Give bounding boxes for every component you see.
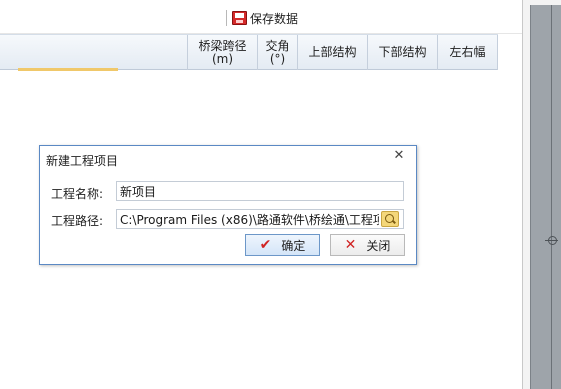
toolbar-separator — [226, 10, 227, 26]
column-header-angle-title: 交角 — [265, 38, 290, 53]
column-header-span[interactable]: 桥梁跨径 (m) — [188, 35, 258, 70]
grid-header-blank[interactable] — [0, 35, 188, 70]
save-icon — [232, 11, 247, 25]
ok-button[interactable]: ✔ 确定 — [245, 234, 320, 256]
column-header-left-right-label: 左右幅 — [449, 45, 486, 59]
project-name-label: 工程名称: — [51, 187, 104, 201]
column-header-left-right[interactable]: 左右幅 — [438, 35, 498, 70]
search-folder-icon[interactable] — [381, 211, 399, 227]
save-data-label: 保存数据 — [250, 11, 299, 26]
column-header-superstructure[interactable]: 上部结构 — [298, 35, 368, 70]
ruler-line — [551, 5, 552, 389]
ok-button-label: 确定 — [281, 238, 306, 253]
new-project-dialog: 新建工程项目 ✕ 工程名称: 工程路径: ✔ 确定 ✕ 关闭 — [39, 145, 417, 265]
project-path-label: 工程路径: — [51, 214, 104, 228]
dialog-title: 新建工程项目 — [46, 154, 119, 168]
save-data-button[interactable]: 保存数据 — [232, 9, 298, 27]
column-header-substructure[interactable]: 下部结构 — [368, 35, 438, 70]
toolbar: 保存数据 — [0, 0, 525, 34]
grid-header: 桥梁跨径 (m) 交角 (°) 上部结构 下部结构 左右幅 — [0, 34, 498, 71]
column-header-angle-unit: (°) — [269, 51, 286, 66]
column-header-substructure-label: 下部结构 — [378, 45, 427, 59]
drawing-ruler-panel — [530, 5, 561, 389]
crosshair-marker-icon[interactable] — [545, 236, 558, 245]
column-header-span-unit: (m) — [211, 51, 234, 66]
selected-column-indicator — [18, 68, 118, 71]
project-name-input[interactable] — [116, 181, 404, 201]
column-header-angle[interactable]: 交角 (°) — [258, 35, 298, 70]
x-icon: ✕ — [344, 237, 357, 253]
close-icon[interactable]: ✕ — [392, 149, 406, 163]
project-path-input[interactable] — [116, 209, 404, 229]
close-dialog-button[interactable]: ✕ 关闭 — [330, 234, 405, 256]
check-icon: ✔ — [259, 237, 272, 253]
close-dialog-label: 关闭 — [366, 238, 391, 253]
column-header-span-title: 桥梁跨径 — [198, 38, 247, 53]
column-header-superstructure-label: 上部结构 — [308, 45, 357, 59]
